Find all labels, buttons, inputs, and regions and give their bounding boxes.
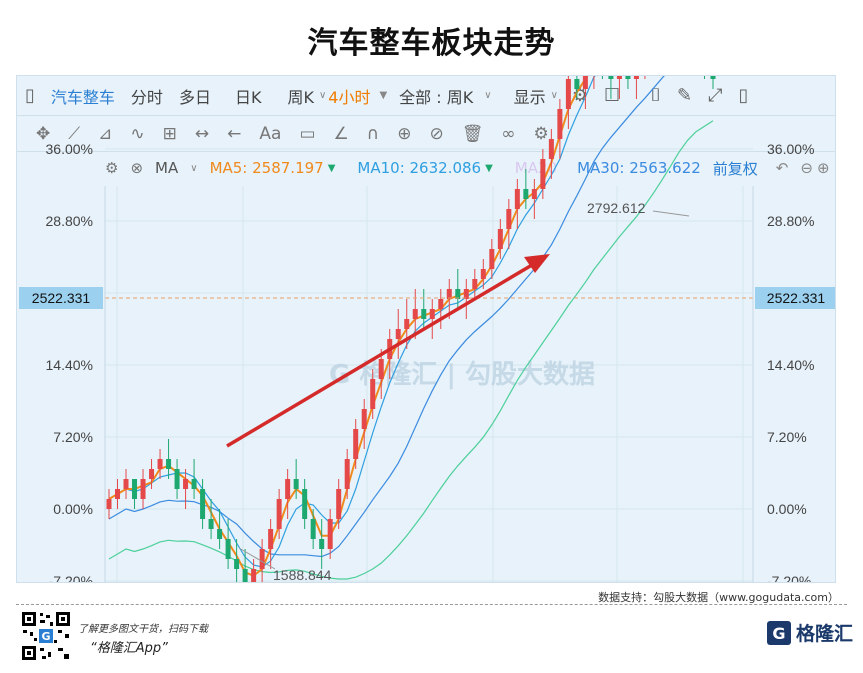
candle-body (166, 459, 172, 469)
candle-body (149, 469, 155, 479)
candle-body (183, 479, 189, 489)
candle-body (353, 429, 359, 459)
candle-body (616, 76, 622, 79)
y-tick-label-left: 36.00% (46, 141, 93, 157)
candle-body (421, 309, 427, 319)
candle-body (208, 519, 214, 529)
candle-body (285, 479, 291, 499)
candle-body (523, 189, 529, 199)
candle-body (548, 139, 554, 159)
candle-body (514, 189, 520, 209)
qr-code-icon: G (20, 610, 72, 662)
candle-body (540, 159, 546, 189)
y-tick-label-right: 36.00% (767, 141, 814, 157)
candle-body (242, 569, 248, 582)
candle-body (302, 489, 308, 519)
y-tick-label-left: 14.40% (46, 357, 93, 373)
y-tick-label-left: -7.20% (49, 573, 93, 583)
y-tick-label-right: 14.40% (767, 357, 814, 373)
candle-body (506, 209, 512, 229)
candle-body (489, 249, 495, 269)
low-price-label: 1588.844 (273, 567, 332, 583)
candlestick-chart[interactable]: G 格隆汇 | 勾股大数据 57.61%50.41%36.00%28.80%21… (17, 76, 836, 583)
divider (16, 604, 847, 605)
left-axis-bg (17, 186, 105, 582)
brand-logo: G 格隆汇 (766, 619, 853, 646)
candle-body (633, 76, 639, 79)
candle-body (217, 529, 223, 539)
y-tick-label-right: -7.20% (767, 573, 811, 583)
candle-body (234, 559, 240, 569)
candle-body (565, 79, 571, 109)
candle-body (336, 489, 342, 519)
high-pointer (652, 210, 690, 217)
page-title: 汽车整车板块走势 (307, 26, 556, 61)
candle-body (123, 479, 129, 489)
candle-body (557, 109, 563, 139)
y-tick-label-right: 7.20% (767, 429, 807, 445)
candle-body (268, 529, 274, 549)
candle-body (370, 379, 376, 409)
candle-body (531, 189, 537, 199)
promo-text: 了解更多图文干货，扫码下载 (78, 624, 208, 635)
candle-body (132, 479, 138, 499)
candle-body (106, 499, 112, 509)
candle-body (497, 229, 503, 249)
data-source: 数据支持：勾股大数据（www.gogudata.com） (598, 591, 839, 604)
candle-body (276, 499, 282, 529)
trend-arrow (226, 254, 550, 448)
chart-panel: ▯ 汽车整车 分时 多日 日K 周K ∨ 4小时 ▼ 全部 : 周K ∨ 显示 … (16, 75, 836, 583)
moving-average-lines (108, 76, 714, 580)
candle-body (378, 359, 384, 379)
ma30-line (108, 120, 714, 580)
candle-body (344, 459, 350, 489)
candle-body (395, 329, 401, 339)
candle-body (157, 459, 163, 469)
candle-body (582, 76, 588, 89)
candle-body (327, 519, 333, 549)
y-tick-label-left: 28.80% (46, 213, 93, 229)
y-tick-label-right: 28.80% (767, 213, 814, 229)
svg-text:G: G (772, 624, 785, 643)
candle-body (191, 479, 197, 489)
y-tick-label-left: 7.20% (53, 429, 93, 445)
high-price-label: 2792.612 (587, 200, 646, 216)
current-price-left: 2522.331 (32, 290, 91, 306)
candle-body (225, 539, 231, 559)
right-axis-bg (753, 186, 835, 582)
candle-body (429, 309, 435, 319)
app-name: “格隆汇App” (90, 641, 168, 656)
logo-icon: G (767, 620, 791, 645)
candle-body (310, 519, 316, 539)
candle-body (608, 76, 614, 79)
candle-body (574, 79, 580, 89)
candle-body (251, 569, 257, 582)
candle-body (115, 489, 121, 499)
candle-body (259, 549, 265, 569)
candle-body (412, 309, 418, 319)
y-tick-label-right: 0.00% (767, 501, 807, 517)
candle-body (480, 269, 486, 279)
candle-body (361, 409, 367, 429)
candle-body (140, 479, 146, 499)
candle-body (472, 279, 478, 289)
current-price-right: 2522.331 (767, 290, 826, 306)
candle-body (404, 319, 410, 329)
y-tick-label-left: 0.00% (53, 501, 93, 517)
candles (106, 76, 716, 582)
candle-body (200, 489, 206, 519)
candle-body (625, 76, 631, 79)
candle-body (319, 539, 325, 549)
candle-body (174, 469, 180, 489)
candle-body (710, 76, 716, 79)
candle-body (438, 299, 444, 309)
candle-body (293, 479, 299, 489)
ma5-line (108, 76, 630, 577)
svg-text:G: G (41, 630, 50, 643)
